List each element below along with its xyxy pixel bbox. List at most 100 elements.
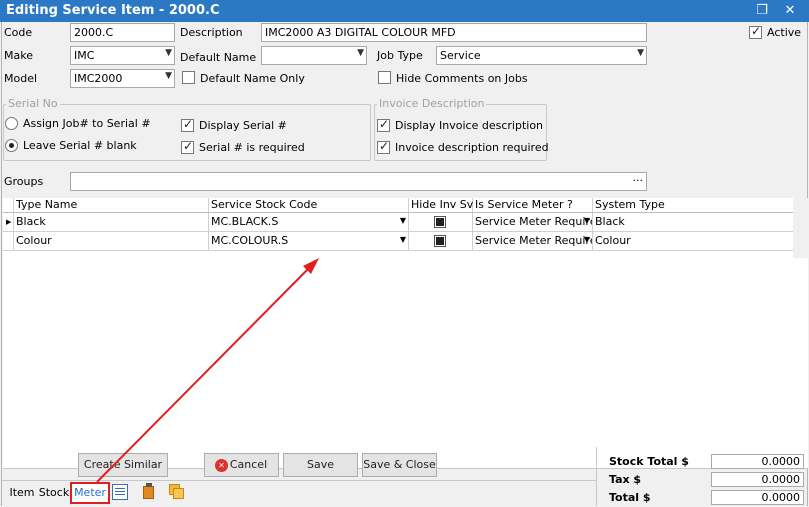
tax-label: Tax $ [609,473,642,486]
code-field[interactable]: 2000.C [70,23,175,42]
cell-hide-inv-svc[interactable] [409,213,473,232]
cancel-label: Cancel [229,458,268,471]
model-label: Model [4,72,38,85]
assign-serial-radio[interactable] [5,117,18,130]
description-label: Description [180,26,243,39]
model-value: IMC2000 [74,72,123,85]
check-icon: ✓ [379,117,390,131]
cell-system-type[interactable]: Colour [593,232,793,251]
invoice-description-required-label: Invoice description required [395,141,549,154]
radio-dot-icon [9,143,14,148]
cell-is-service-meter-select[interactable]: Service Meter Require ▼ [473,213,593,232]
hide-comments-label: Hide Comments on Jobs [396,72,528,85]
document-list-icon[interactable] [112,484,128,500]
default-name-only-checkbox[interactable] [182,71,195,84]
groups-label: Groups [4,175,44,188]
header-type-name[interactable]: Type Name [14,198,209,213]
chevron-down-icon: ▼ [357,48,364,58]
cancel-icon: ✕ [215,459,228,472]
footer-divider [2,480,596,481]
description-field[interactable]: IMC2000 A3 DIGITAL COLOUR MFD [261,23,647,42]
window-title: Editing Service Item - 2000.C [6,3,220,18]
folders-icon[interactable] [168,483,186,500]
invoice-group-title: Invoice Description [377,97,487,110]
serial-required-checkbox[interactable]: ✓ [181,139,194,154]
display-serial-checkbox[interactable]: ✓ [181,117,194,132]
display-invoice-description-label: Display Invoice description [395,119,544,132]
default-name-select[interactable]: ▼ [261,46,367,65]
save-close-button[interactable]: Save & Close [362,453,437,477]
default-name-label: Default Name [180,51,257,64]
cell-is-service-meter: Service Meter Require [475,215,593,228]
make-select[interactable]: IMC ▼ [70,46,175,65]
active-label: Active [767,26,802,39]
header-service-stock-code[interactable]: Service Stock Code [209,198,409,213]
cell-system-type[interactable]: Black [593,213,793,232]
form-body: Code 2000.C Description IMC2000 A3 DIGIT… [1,22,808,506]
cell-stock-code: MC.COLOUR.S [211,234,289,247]
stock-total-field[interactable]: 0.0000 [711,454,804,469]
tax-field[interactable]: 0.0000 [711,472,804,487]
display-serial-label: Display Serial # [199,119,287,132]
cell-is-service-meter-select[interactable]: Service Meter Require ▼ [473,232,593,251]
check-icon: ✓ [751,24,762,38]
meter-types-grid: Type Name Service Stock Code Hide Inv Sv… [3,198,793,258]
checked-box-icon [434,216,446,228]
leave-serial-blank-radio[interactable] [5,139,18,152]
groups-field[interactable]: ··· [70,172,647,191]
chevron-down-icon: ▼ [583,235,590,244]
header-system-type[interactable]: System Type [593,198,793,213]
cell-stock-code-select[interactable]: MC.BLACK.S ▼ [209,213,409,232]
title-bar: Editing Service Item - 2000.C ❐ ✕ [0,0,809,22]
invoice-description-required-checkbox[interactable]: ✓ [377,139,390,154]
current-row-indicator-icon: ▶ [3,213,14,232]
totals-divider [596,447,597,506]
stock-total-label: Stock Total $ [609,455,689,468]
total-field[interactable]: 0.0000 [711,490,804,505]
clipboard-icon[interactable] [141,483,157,500]
check-icon: ✓ [379,139,390,153]
chevron-down-icon: ▼ [165,71,172,81]
check-icon: ✓ [183,117,194,131]
tab-stock[interactable]: Stock [38,482,70,504]
grid-empty-area [3,258,808,469]
hide-comments-checkbox[interactable] [378,71,391,84]
cell-stock-code-select[interactable]: MC.COLOUR.S ▼ [209,232,409,251]
cancel-button[interactable]: ✕ Cancel [204,453,279,477]
tab-item[interactable]: Item [8,482,36,504]
job-type-value: Service [440,49,481,62]
job-type-select[interactable]: Service ▼ [436,46,647,65]
serial-no-group-title: Serial No [6,97,60,110]
assign-serial-label: Assign Job# to Serial # [23,117,151,130]
chevron-down-icon: ▼ [583,216,590,225]
row-indicator [3,232,14,251]
create-similar-button[interactable]: Create Similar [78,453,168,477]
restore-button[interactable]: ❐ [752,2,772,20]
display-invoice-description-checkbox[interactable]: ✓ [377,117,390,132]
header-is-service-meter[interactable]: Is Service Meter ? [473,198,593,213]
model-select[interactable]: IMC2000 ▼ [70,69,175,88]
leave-serial-blank-label: Leave Serial # blank [23,139,137,152]
ellipsis-button[interactable]: ··· [633,174,644,187]
grid-margin [793,198,808,258]
check-icon: ✓ [183,139,194,153]
cell-hide-inv-svc[interactable] [409,232,473,251]
chevron-down-icon: ▼ [637,48,644,58]
active-checkbox[interactable]: ✓ [749,24,762,39]
tab-meter[interactable]: Meter [70,482,110,504]
header-hide-inv-svc[interactable]: Hide Inv Svc [409,198,479,213]
checked-box-icon [434,235,446,247]
cell-stock-code: MC.BLACK.S [211,215,279,228]
save-button[interactable]: Save [283,453,358,477]
serial-required-label: Serial # is required [199,141,305,154]
cell-type-name[interactable]: Colour [14,232,209,251]
row-indicator-header [3,198,14,213]
make-label: Make [4,49,33,62]
chevron-down-icon: ▼ [399,216,406,225]
close-button[interactable]: ✕ [780,2,800,20]
cell-type-name[interactable]: Black [14,213,209,232]
total-label: Total $ [609,491,651,504]
job-type-label: Job Type [377,49,423,62]
chevron-down-icon: ▼ [165,48,172,58]
cell-is-service-meter: Service Meter Require [475,234,593,247]
